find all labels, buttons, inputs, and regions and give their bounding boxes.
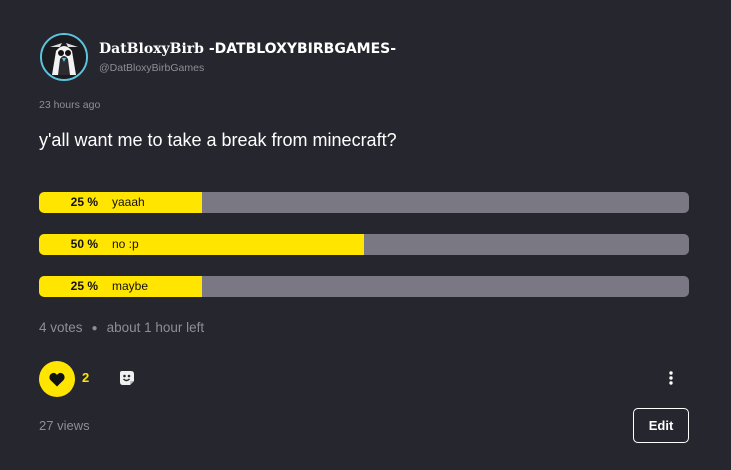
poll-option-label: maybe [112,279,149,293]
more-options-button[interactable] [661,369,681,387]
edit-button[interactable]: Edit [633,408,689,443]
poll-question: y'all want me to take a break from minec… [39,130,397,150]
poll-option[interactable]: 25 % maybe [39,276,689,297]
heart-icon [49,372,65,386]
poll-time-left: about 1 hour left [106,320,205,335]
post-timestamp: 23 hours ago [39,99,101,111]
poll-meta: 4 votes ● about 1 hour left [39,320,204,335]
poll-option-label: no :p [112,237,139,251]
like-count: 2 [82,370,90,385]
like-button[interactable] [39,361,75,397]
poll-option[interactable]: 50 % no :p [39,234,689,255]
poll-option-percent: 25 % [70,279,98,293]
poll-option-label: yaaah [112,195,145,209]
separator-dot: ● [91,323,98,334]
emoji-reaction-button[interactable] [117,368,137,388]
poll-option[interactable]: 25 % yaaah [39,192,689,213]
poll-vote-count: 4 votes [39,320,83,335]
author-name-primary: DatBloxyBirb [99,41,204,57]
view-count: 27 views [39,418,90,433]
author-name-suffix: -DATBLOXYBIRBGAMES- [203,41,397,57]
author-avatar[interactable] [40,33,88,81]
emoji-reaction-icon [120,371,134,385]
penguin-avatar-icon [42,35,86,79]
poll-option-percent: 50 % [70,237,98,251]
poll-option-percent: 25 % [70,195,98,209]
author-display-name[interactable]: DatBloxyBirb -DATBLOXYBIRBGAMES- [99,40,396,57]
author-handle[interactable]: @DatBloxyBirbGames [99,62,204,74]
more-vertical-icon [669,371,673,385]
